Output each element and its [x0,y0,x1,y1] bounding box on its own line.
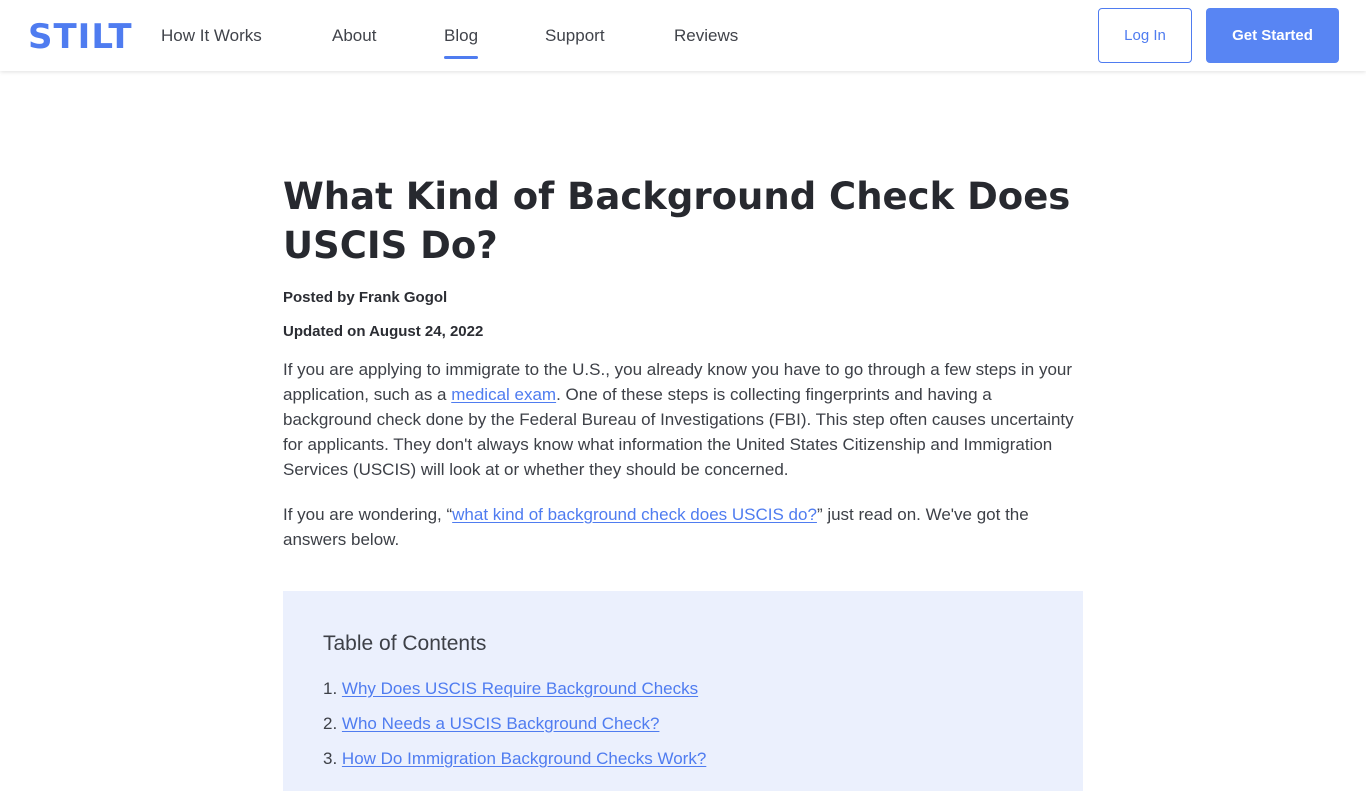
get-started-button[interactable]: Get Started [1206,8,1339,63]
toc-link-who-needs[interactable]: Who Needs a USCIS Background Check? [342,714,660,733]
wondering-text-start: If you are wondering, “ [283,505,453,524]
login-button[interactable]: Log In [1098,8,1192,63]
toc-item: 2. Who Needs a USCIS Background Check? [323,713,659,735]
updated-date: Updated on August 24, 2022 [283,323,484,340]
table-of-contents: Table of Contents 1. Why Does USCIS Requ… [283,591,1083,791]
medical-exam-link[interactable]: medical exam [451,385,556,404]
author-byline: Posted by Frank Gogol [283,289,448,306]
toc-item-number: 2. [323,714,338,733]
toc-item-number: 3. [323,749,338,768]
toc-item: 3. How Do Immigration Background Checks … [323,748,706,770]
page-title: What Kind of Background Check Does USCIS… [283,175,1071,267]
toc-title: Table of Contents [323,632,487,655]
toc-item-number: 1. [323,679,338,698]
stilt-logo[interactable]: STILT [28,17,133,57]
nav-how-it-works[interactable]: How It Works [161,25,262,47]
nav-reviews[interactable]: Reviews [674,25,738,47]
site-header: STILT How It Works About Blog Support Re… [0,0,1366,71]
nav-support[interactable]: Support [545,25,605,47]
toc-link-why-require[interactable]: Why Does USCIS Require Background Checks [342,679,698,698]
intro-paragraph: If you are applying to immigrate to the … [283,357,1083,482]
nav-about[interactable]: About [332,25,376,47]
nav-blog[interactable]: Blog [444,25,479,59]
toc-item: 1. Why Does USCIS Require Background Che… [323,678,698,700]
toc-link-how-work[interactable]: How Do Immigration Background Checks Wor… [342,749,706,768]
wondering-paragraph: If you are wondering, “what kind of back… [283,502,1083,552]
background-check-link[interactable]: what kind of background check does USCIS… [452,505,817,524]
